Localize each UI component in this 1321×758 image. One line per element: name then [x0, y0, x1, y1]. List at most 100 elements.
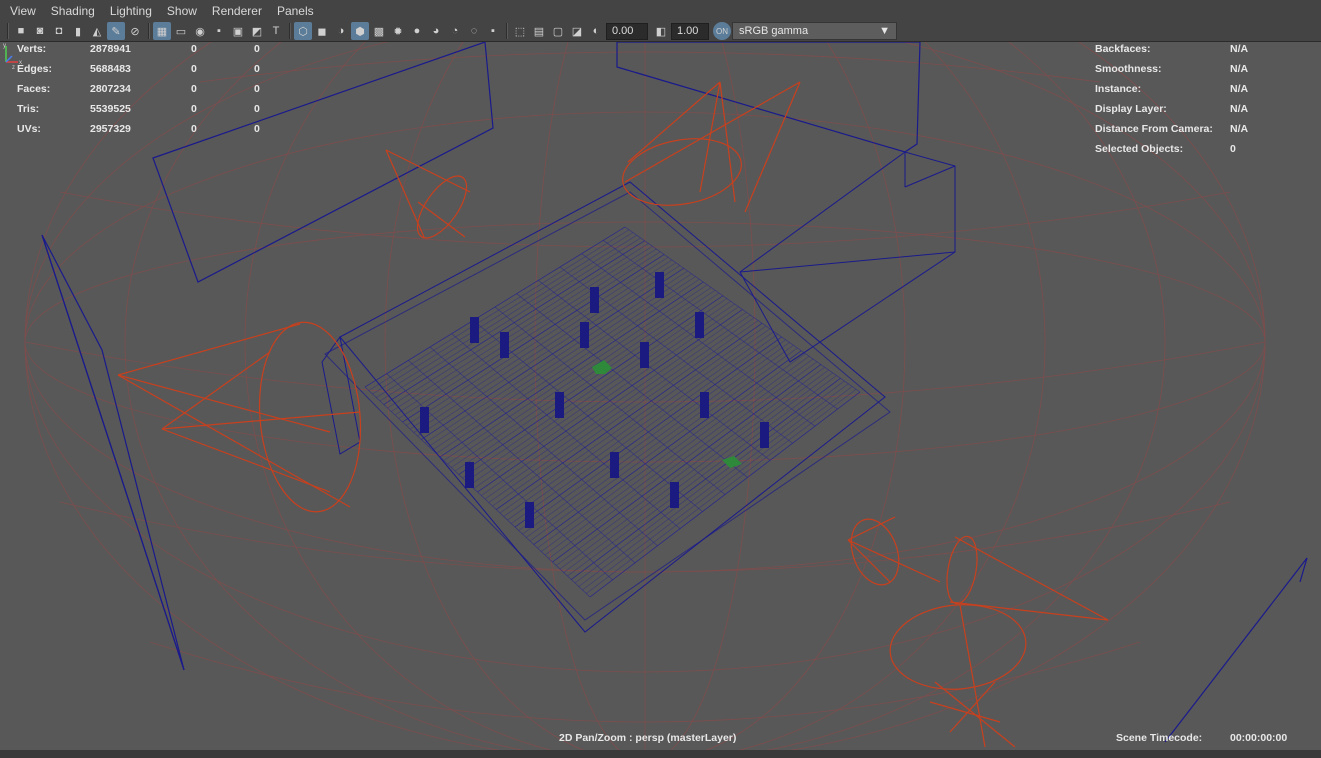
- stat-value: 0: [191, 63, 197, 75]
- color-space-select[interactable]: sRGB gamma ▼: [732, 22, 897, 40]
- detail-value: N/A: [1230, 43, 1249, 55]
- object-detail-row: Display Layer: N/A: [1095, 99, 1248, 119]
- poly-count-row: UVs: 2957329 0 0: [17, 119, 284, 139]
- spot-light-cones: [117, 81, 1109, 748]
- camera-name-label: 2D Pan/Zoom : persp (masterLayer): [559, 732, 737, 744]
- detail-label: Instance:: [1095, 83, 1142, 95]
- detail-value: N/A: [1230, 123, 1249, 135]
- stat-label: Verts:: [17, 43, 47, 55]
- stat-value: 2957329: [90, 123, 131, 135]
- plant-props: [592, 360, 742, 468]
- column-mesh: [760, 422, 769, 448]
- stat-value: 2878941: [90, 43, 131, 55]
- safe-action-icon[interactable]: ◩: [248, 22, 266, 40]
- menu-shading[interactable]: Shading: [51, 4, 95, 18]
- scene-timecode: Scene Timecode: 00:00:00:00: [1116, 732, 1287, 744]
- stat-value: 0: [191, 83, 197, 95]
- 2d-pan-zoom-icon[interactable]: ⊘: [126, 22, 144, 40]
- resolution-gate-icon[interactable]: ◉: [191, 22, 209, 40]
- use-all-lights-icon[interactable]: ▩: [370, 22, 388, 40]
- menu-view[interactable]: View: [10, 4, 36, 18]
- exposure-icon[interactable]: ◐: [587, 22, 605, 40]
- column-mesh: [640, 342, 649, 368]
- stat-value: 0: [191, 123, 197, 135]
- column-mesh: [420, 407, 429, 433]
- interior-mesh: [364, 226, 861, 598]
- object-details-hud: Backfaces: N/A Smoothness: N/A Instance: N/A D…: [1095, 42, 1248, 159]
- poly-count-row: Faces: 2807234 0 0: [17, 79, 284, 99]
- detail-value: N/A: [1230, 63, 1249, 75]
- smooth-shade-icon[interactable]: ◼: [313, 22, 331, 40]
- detail-label: Selected Objects:: [1095, 143, 1184, 155]
- stat-label: Tris:: [17, 103, 40, 115]
- depth-of-field-icon[interactable]: ◌: [465, 22, 483, 40]
- column-mesh: [610, 452, 619, 478]
- toolbar-separator: [289, 23, 291, 39]
- motion-blur-icon[interactable]: ◕: [427, 22, 445, 40]
- camera-icon[interactable]: ■: [12, 22, 30, 40]
- view-axis-icon: y x z: [3, 43, 22, 70]
- ambient-occlusion-icon[interactable]: ●: [408, 22, 426, 40]
- stat-value: 5688483: [90, 63, 131, 75]
- stat-label: Faces:: [17, 83, 51, 95]
- image-plane-icon[interactable]: ◭: [88, 22, 106, 40]
- color-space-value: sRGB gamma: [739, 25, 809, 37]
- menu-lighting[interactable]: Lighting: [110, 4, 152, 18]
- column-mesh: [465, 462, 474, 488]
- column-mesh: [590, 287, 599, 313]
- stat-value: 0: [254, 103, 260, 115]
- axis-x-label: x: [19, 60, 22, 66]
- grid-icon[interactable]: ▦: [153, 22, 171, 40]
- isolate-select-icon[interactable]: ▪: [484, 22, 502, 40]
- toolbar-separator: [148, 23, 150, 39]
- xray-icon[interactable]: ⬚: [511, 22, 529, 40]
- axis-z-label: z: [12, 65, 15, 70]
- anti-aliasing-icon[interactable]: ◔: [446, 22, 464, 40]
- column-mesh: [700, 392, 709, 418]
- wireframe-icon[interactable]: ⬡: [294, 22, 312, 40]
- column-mesh: [555, 392, 564, 418]
- camera-attr-icon[interactable]: ◙: [31, 22, 49, 40]
- exposure-field[interactable]: [606, 22, 648, 40]
- mesh-line: [364, 386, 591, 598]
- stat-value: 0: [254, 43, 260, 55]
- textured-icon[interactable]: ⬢: [351, 22, 369, 40]
- camera-lock-icon[interactable]: ◘: [50, 22, 68, 40]
- poly-count-row: Edges: 5688483 0 0: [17, 59, 284, 79]
- poly-count-hud: Verts: 2878941 0 0 Edges: 5688483 0 0 Faces: 2807…: [17, 42, 284, 139]
- stat-value: 2807234: [90, 83, 131, 95]
- object-detail-row: Backfaces: N/A: [1095, 42, 1248, 59]
- poly-count-row: Verts: 2878941 0 0: [17, 42, 284, 59]
- gamma-field[interactable]: [671, 22, 709, 40]
- bottom-border: [0, 750, 1321, 758]
- column-mesh: [470, 317, 479, 343]
- menu-renderer[interactable]: Renderer: [212, 4, 262, 18]
- xray-joints-icon[interactable]: ▤: [530, 22, 548, 40]
- gate-mask-icon[interactable]: ▪: [210, 22, 228, 40]
- bookmark-icon[interactable]: ▮: [69, 22, 87, 40]
- menu-show[interactable]: Show: [167, 4, 197, 18]
- film-gate-icon[interactable]: ▭: [172, 22, 190, 40]
- column-mesh: [500, 332, 509, 358]
- poly-count-row: Tris: 5539525 0 0: [17, 99, 284, 119]
- stat-value: 0: [254, 63, 260, 75]
- object-detail-row: Distance From Camera: N/A: [1095, 119, 1248, 139]
- grease-pencil-icon[interactable]: ✎: [107, 22, 125, 40]
- stat-value: 0: [254, 123, 260, 135]
- viewport-toolbar: ■ ◙ ◘ ▮ ◭ ✎ ⊘ ▦ ▭ ◉ ▪ ▣ ◩ T ⬡ ◼ ◑ ⬢ ▩ ✹ …: [0, 21, 1321, 42]
- column-mesh: [580, 322, 589, 348]
- xray-active-icon[interactable]: ◪: [568, 22, 586, 40]
- timecode-value: 00:00:00:00: [1230, 732, 1288, 744]
- field-chart-icon[interactable]: ▣: [229, 22, 247, 40]
- menu-panels[interactable]: Panels: [277, 4, 314, 18]
- color-management-icon[interactable]: ON: [713, 22, 731, 40]
- detail-value: 0: [1230, 143, 1236, 155]
- title-safe-icon[interactable]: T: [267, 22, 285, 40]
- column-mesh: [695, 312, 704, 338]
- backface-culling-icon[interactable]: ▢: [549, 22, 567, 40]
- shadows-icon[interactable]: ✹: [389, 22, 407, 40]
- gamma-icon[interactable]: ◧: [652, 22, 670, 40]
- 3d-viewport[interactable]: Verts: 2878941 0 0 Edges: 5688483 0 0 Faces: 2807…: [0, 42, 1321, 750]
- detail-label: Backfaces:: [1095, 43, 1151, 55]
- default-material-icon[interactable]: ◑: [332, 22, 350, 40]
